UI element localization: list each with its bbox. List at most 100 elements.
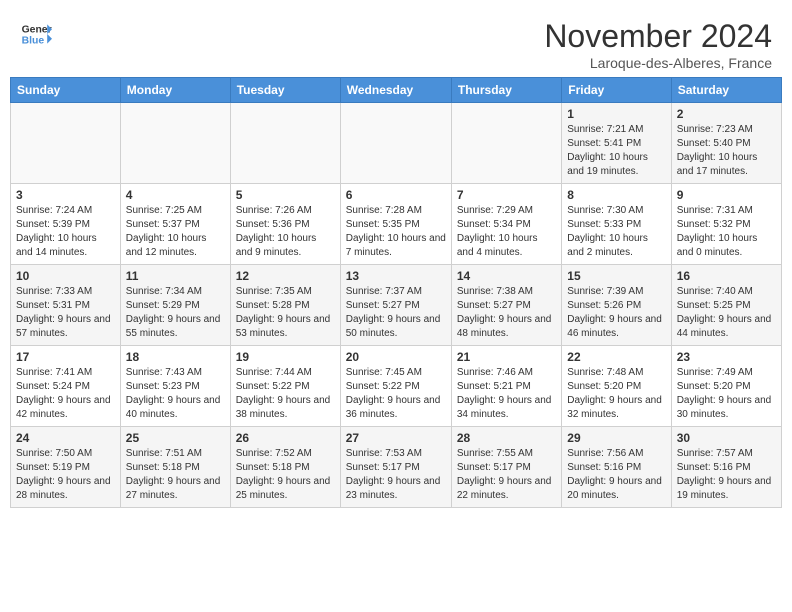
calendar-header: SundayMondayTuesdayWednesdayThursdayFrid…: [11, 78, 782, 103]
day-cell: 7 Sunrise: 7:29 AMSunset: 5:34 PMDaylight…: [451, 184, 561, 265]
calendar-body: 1 Sunrise: 7:21 AMSunset: 5:41 PMDaylight…: [11, 103, 782, 508]
day-cell: 15 Sunrise: 7:39 AMSunset: 5:26 PMDayligh…: [562, 265, 671, 346]
day-cell: 2 Sunrise: 7:23 AMSunset: 5:40 PMDaylight…: [671, 103, 781, 184]
day-info: Sunrise: 7:49 AMSunset: 5:20 PMDaylight:…: [677, 366, 776, 422]
day-number: 21: [457, 350, 556, 364]
day-number: 11: [126, 269, 225, 283]
weekday-wednesday: Wednesday: [340, 78, 451, 103]
day-info: Sunrise: 7:30 AMSunset: 5:33 PMDaylight:…: [567, 204, 665, 260]
day-info: Sunrise: 7:34 AMSunset: 5:29 PMDaylight:…: [126, 285, 225, 341]
day-info: Sunrise: 7:44 AMSunset: 5:22 PMDaylight:…: [236, 366, 335, 422]
week-row-1: 1 Sunrise: 7:21 AMSunset: 5:41 PMDaylight…: [11, 103, 782, 184]
day-info: Sunrise: 7:57 AMSunset: 5:16 PMDaylight:…: [677, 447, 776, 503]
day-cell: 27 Sunrise: 7:53 AMSunset: 5:17 PMDayligh…: [340, 427, 451, 508]
day-info: Sunrise: 7:56 AMSunset: 5:16 PMDaylight:…: [567, 447, 665, 503]
month-title: November 2024: [544, 18, 772, 55]
logo-icon: General Blue: [20, 18, 52, 50]
day-info: Sunrise: 7:23 AMSunset: 5:40 PMDaylight:…: [677, 123, 776, 179]
day-number: 18: [126, 350, 225, 364]
day-cell: 6 Sunrise: 7:28 AMSunset: 5:35 PMDaylight…: [340, 184, 451, 265]
day-info: Sunrise: 7:37 AMSunset: 5:27 PMDaylight:…: [346, 285, 446, 341]
day-number: 15: [567, 269, 665, 283]
day-number: 2: [677, 107, 776, 121]
week-row-4: 17 Sunrise: 7:41 AMSunset: 5:24 PMDayligh…: [11, 346, 782, 427]
svg-text:Blue: Blue: [22, 36, 45, 47]
day-cell: 28Sunrise: 7:55 AMSunset: 5:17 PMDayligh…: [451, 427, 561, 508]
day-cell: 22Sunrise: 7:48 AMSunset: 5:20 PMDayligh…: [562, 346, 671, 427]
day-number: 26: [236, 431, 335, 445]
day-info: Sunrise: 7:51 AMSunset: 5:18 PMDaylight:…: [126, 447, 225, 503]
day-number: 30: [677, 431, 776, 445]
title-block: November 2024 Laroque-des-Alberes, Franc…: [544, 18, 772, 71]
day-cell: 4 Sunrise: 7:25 AMSunset: 5:37 PMDaylight…: [120, 184, 230, 265]
logo: General Blue: [20, 18, 52, 50]
day-info: Sunrise: 7:21 AMSunset: 5:41 PMDaylight:…: [567, 123, 665, 179]
weekday-thursday: Thursday: [451, 78, 561, 103]
day-info: Sunrise: 7:24 AMSunset: 5:39 PMDaylight:…: [16, 204, 115, 260]
day-info: Sunrise: 7:31 AMSunset: 5:32 PMDaylight:…: [677, 204, 776, 260]
day-cell: 13Sunrise: 7:37 AMSunset: 5:27 PMDayligh…: [340, 265, 451, 346]
day-info: Sunrise: 7:39 AMSunset: 5:26 PMDaylight:…: [567, 285, 665, 341]
day-info: Sunrise: 7:35 AMSunset: 5:28 PMDaylight:…: [236, 285, 335, 341]
day-info: Sunrise: 7:25 AMSunset: 5:37 PMDaylight:…: [126, 204, 225, 260]
week-row-5: 24 Sunrise: 7:50 AMSunset: 5:19 PMDayligh…: [11, 427, 782, 508]
day-cell: 20Sunrise: 7:45 AMSunset: 5:22 PMDayligh…: [340, 346, 451, 427]
day-cell: [340, 103, 451, 184]
day-cell: 25Sunrise: 7:51 AMSunset: 5:18 PMDayligh…: [120, 427, 230, 508]
day-cell: 11 Sunrise: 7:34 AMSunset: 5:29 PMDayligh…: [120, 265, 230, 346]
weekday-friday: Friday: [562, 78, 671, 103]
day-cell: 23 Sunrise: 7:49 AMSunset: 5:20 PMDayligh…: [671, 346, 781, 427]
day-cell: [451, 103, 561, 184]
page-header: General Blue November 2024 Laroque-des-A…: [10, 10, 782, 77]
day-number: 17: [16, 350, 115, 364]
day-info: Sunrise: 7:26 AMSunset: 5:36 PMDaylight:…: [236, 204, 335, 260]
day-number: 4: [126, 188, 225, 202]
day-cell: 18 Sunrise: 7:43 AMSunset: 5:23 PMDayligh…: [120, 346, 230, 427]
day-number: 16: [677, 269, 776, 283]
day-number: 20: [346, 350, 446, 364]
weekday-tuesday: Tuesday: [230, 78, 340, 103]
day-cell: 12 Sunrise: 7:35 AMSunset: 5:28 PMDayligh…: [230, 265, 340, 346]
day-info: Sunrise: 7:43 AMSunset: 5:23 PMDaylight:…: [126, 366, 225, 422]
day-info: Sunrise: 7:50 AMSunset: 5:19 PMDaylight:…: [16, 447, 115, 503]
weekday-saturday: Saturday: [671, 78, 781, 103]
day-number: 3: [16, 188, 115, 202]
day-info: Sunrise: 7:46 AMSunset: 5:21 PMDaylight:…: [457, 366, 556, 422]
day-cell: 19 Sunrise: 7:44 AMSunset: 5:22 PMDayligh…: [230, 346, 340, 427]
day-number: 10: [16, 269, 115, 283]
day-number: 12: [236, 269, 335, 283]
day-number: 19: [236, 350, 335, 364]
day-number: 7: [457, 188, 556, 202]
day-info: Sunrise: 7:28 AMSunset: 5:35 PMDaylight:…: [346, 204, 446, 260]
day-number: 8: [567, 188, 665, 202]
day-number: 24: [16, 431, 115, 445]
day-cell: 10 Sunrise: 7:33 AMSunset: 5:31 PMDayligh…: [11, 265, 121, 346]
day-number: 1: [567, 107, 665, 121]
day-info: Sunrise: 7:40 AMSunset: 5:25 PMDaylight:…: [677, 285, 776, 341]
day-cell: 24 Sunrise: 7:50 AMSunset: 5:19 PMDayligh…: [11, 427, 121, 508]
day-info: Sunrise: 7:53 AMSunset: 5:17 PMDaylight:…: [346, 447, 446, 503]
day-cell: 14Sunrise: 7:38 AMSunset: 5:27 PMDayligh…: [451, 265, 561, 346]
day-cell: 30 Sunrise: 7:57 AMSunset: 5:16 PMDayligh…: [671, 427, 781, 508]
day-cell: 8 Sunrise: 7:30 AMSunset: 5:33 PMDaylight…: [562, 184, 671, 265]
day-info: Sunrise: 7:33 AMSunset: 5:31 PMDaylight:…: [16, 285, 115, 341]
day-cell: 9Sunrise: 7:31 AMSunset: 5:32 PMDaylight…: [671, 184, 781, 265]
weekday-header-row: SundayMondayTuesdayWednesdayThursdayFrid…: [11, 78, 782, 103]
day-cell: 16 Sunrise: 7:40 AMSunset: 5:25 PMDayligh…: [671, 265, 781, 346]
day-number: 22: [567, 350, 665, 364]
day-number: 6: [346, 188, 446, 202]
day-cell: 5Sunrise: 7:26 AMSunset: 5:36 PMDaylight…: [230, 184, 340, 265]
day-info: Sunrise: 7:29 AMSunset: 5:34 PMDaylight:…: [457, 204, 556, 260]
day-number: 27: [346, 431, 446, 445]
location-subtitle: Laroque-des-Alberes, France: [544, 55, 772, 71]
day-number: 23: [677, 350, 776, 364]
weekday-monday: Monday: [120, 78, 230, 103]
calendar-table: SundayMondayTuesdayWednesdayThursdayFrid…: [10, 77, 782, 508]
day-info: Sunrise: 7:41 AMSunset: 5:24 PMDaylight:…: [16, 366, 115, 422]
day-cell: 29 Sunrise: 7:56 AMSunset: 5:16 PMDayligh…: [562, 427, 671, 508]
day-number: 14: [457, 269, 556, 283]
day-info: Sunrise: 7:52 AMSunset: 5:18 PMDaylight:…: [236, 447, 335, 503]
day-number: 29: [567, 431, 665, 445]
day-cell: 26 Sunrise: 7:52 AMSunset: 5:18 PMDayligh…: [230, 427, 340, 508]
week-row-2: 3 Sunrise: 7:24 AMSunset: 5:39 PMDaylight…: [11, 184, 782, 265]
